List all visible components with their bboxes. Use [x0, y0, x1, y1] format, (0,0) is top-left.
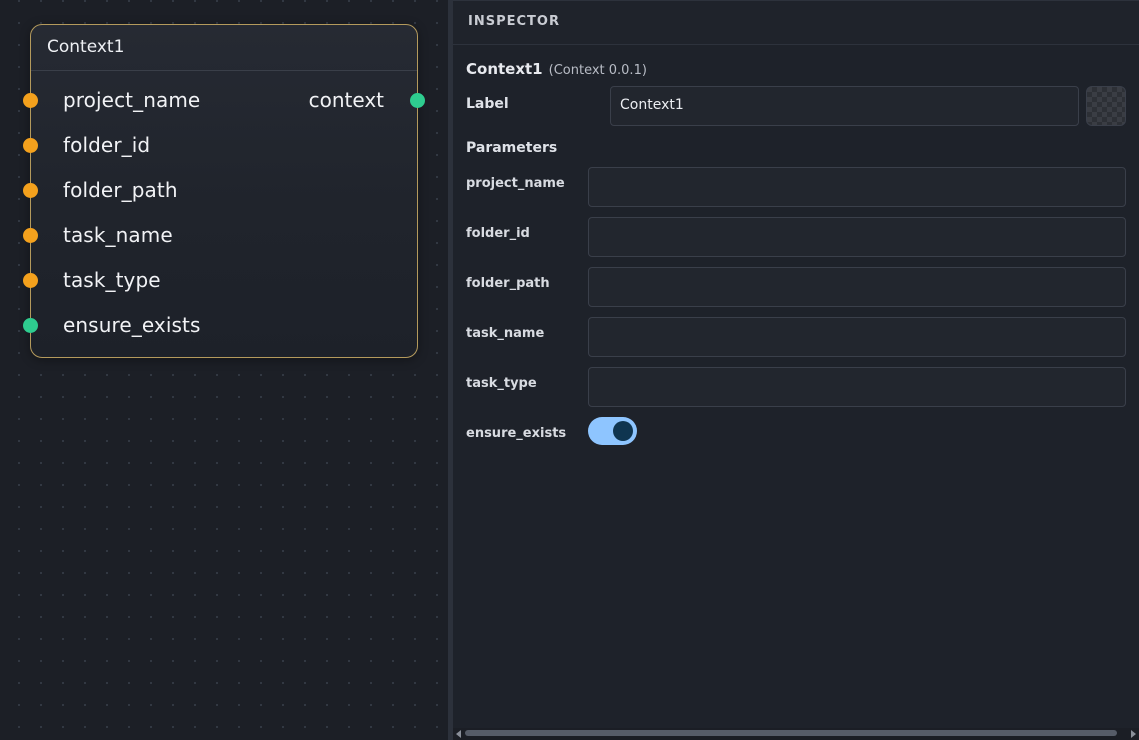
param-label-project-name: project_name [466, 176, 565, 191]
input-port-label: folder_id [63, 133, 151, 157]
inspector-header: INSPECTOR [453, 1, 1139, 45]
task-name-input[interactable] [588, 317, 1126, 357]
param-label-folder-path: folder_path [466, 276, 550, 291]
toggle-knob [613, 421, 633, 441]
input-port-ensure-exists[interactable] [23, 318, 38, 333]
input-port-task-name[interactable] [23, 228, 38, 243]
folder-path-input[interactable] [588, 267, 1126, 307]
context-node[interactable]: Context1 project_name context folder_id … [23, 24, 425, 358]
label-caption: Label [466, 96, 509, 112]
scroll-left-arrow-icon[interactable] [456, 730, 461, 738]
inspector-node-title: Context1 (Context 0.0.1) [466, 60, 647, 78]
input-port-folder-path[interactable] [23, 183, 38, 198]
input-port-label: task_name [63, 223, 173, 247]
input-port-label: project_name [63, 88, 201, 112]
input-port-row-folder-path: folder_path [23, 176, 417, 206]
folder-id-input[interactable] [588, 217, 1126, 257]
scrollbar-thumb[interactable] [465, 730, 1117, 736]
input-port-label: task_type [63, 268, 161, 292]
horizontal-scrollbar[interactable] [453, 728, 1139, 740]
parameters-heading: Parameters [466, 140, 558, 156]
node-type-version: (Context 0.0.1) [548, 63, 647, 78]
node-color-swatch[interactable] [1086, 86, 1126, 126]
scroll-right-arrow-icon[interactable] [1131, 730, 1136, 738]
input-port-label: ensure_exists [63, 313, 201, 337]
input-port-row-ensure-exists: ensure_exists [23, 311, 417, 341]
ensure-exists-toggle[interactable] [588, 417, 637, 445]
input-port-project-name[interactable] [23, 93, 38, 108]
param-label-ensure-exists: ensure_exists [466, 426, 567, 441]
input-port-folder-id[interactable] [23, 138, 38, 153]
project-name-input[interactable] [588, 167, 1126, 207]
param-label-task-type: task_type [466, 376, 537, 391]
node-title: Context1 [31, 25, 417, 71]
inspector-panel: INSPECTOR Context1 (Context 0.0.1) Label … [453, 0, 1139, 740]
node-graph-canvas[interactable]: Context1 project_name context folder_id … [0, 0, 449, 740]
param-label-folder-id: folder_id [466, 226, 530, 241]
input-port-row-project-name: project_name context [23, 86, 425, 116]
input-port-row-folder-id: folder_id [23, 131, 417, 161]
label-input[interactable]: Context1 [610, 86, 1079, 126]
node-name: Context1 [466, 60, 543, 78]
input-port-label: folder_path [63, 178, 178, 202]
output-port-context[interactable] [410, 93, 425, 108]
output-port-label: context [308, 88, 384, 112]
input-port-row-task-name: task_name [23, 221, 417, 251]
input-port-row-task-type: task_type [23, 266, 417, 296]
param-label-task-name: task_name [466, 326, 545, 341]
task-type-input[interactable] [588, 367, 1126, 407]
input-port-task-type[interactable] [23, 273, 38, 288]
